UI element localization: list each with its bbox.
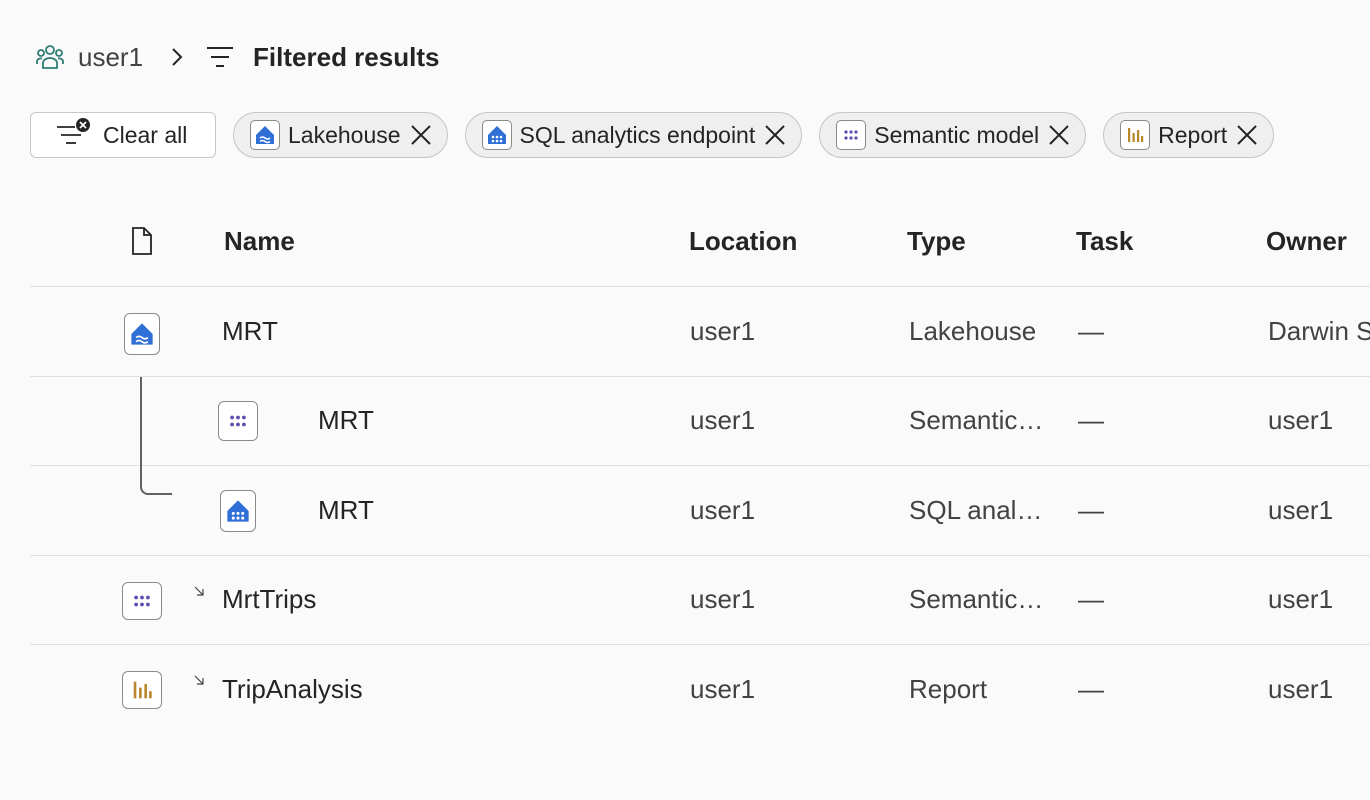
page: user1 Filtered results Clear all Lakehou… [0, 0, 1370, 800]
close-icon[interactable] [1235, 123, 1259, 147]
filter-icon [203, 40, 237, 74]
row-name-link[interactable]: MRT [318, 377, 374, 466]
row-owner: user1 [1268, 584, 1334, 615]
filter-chip-label: Lakehouse [288, 121, 401, 148]
row-owner: user1 [1268, 494, 1334, 525]
row-owner: Darwin S [1268, 315, 1370, 346]
row-type: Semantic… [909, 405, 1044, 436]
column-header-type[interactable]: Type [907, 226, 966, 257]
row-name-link[interactable]: TripAnalysis [222, 645, 363, 734]
clear-filter-icon [55, 117, 91, 153]
breadcrumb-workspace-link[interactable]: user1 [78, 42, 143, 73]
row-item-icon [122, 581, 162, 624]
breadcrumb: user1 Filtered results [34, 36, 439, 78]
filter-chip-label: SQL analytics endpoint [519, 121, 756, 148]
row-owner: user1 [1268, 673, 1334, 704]
column-header-name[interactable]: Name [224, 226, 295, 257]
filter-chip-report[interactable]: Report [1103, 112, 1275, 158]
table-header: Name Location Type Task Owner [30, 196, 1370, 287]
row-location: user1 [690, 315, 756, 346]
table-row[interactable]: TripAnalysis user1 Report — user1 [30, 645, 1370, 734]
results-table: Name Location Type Task Owner MRT user1 … [30, 196, 1370, 734]
row-task: — [1078, 584, 1104, 615]
close-icon[interactable] [1047, 123, 1071, 147]
row-item-icon [122, 671, 162, 713]
column-header-location[interactable]: Location [689, 226, 797, 257]
table-row[interactable]: MRT user1 Lakehouse — Darwin S [30, 287, 1370, 377]
row-owner: user1 [1268, 405, 1334, 436]
lakehouse-icon [250, 120, 280, 150]
column-header-task[interactable]: Task [1076, 226, 1133, 257]
filter-chip-sql-analytics-endpoint[interactable]: SQL analytics endpoint [464, 112, 803, 158]
row-item-icon [220, 490, 256, 532]
row-task: — [1078, 405, 1104, 436]
close-icon[interactable] [409, 123, 433, 147]
row-name-link[interactable]: MRT [318, 466, 374, 555]
shortcut-arrow-icon [193, 584, 205, 596]
table-row[interactable]: MRT user1 SQL anal… — user1 [30, 466, 1370, 556]
table-row[interactable]: MRT user1 Semantic… — user1 [30, 376, 1370, 495]
row-location: user1 [690, 584, 756, 615]
clear-all-button[interactable]: Clear all [30, 112, 216, 158]
filter-chip-semantic-model[interactable]: Semantic model [819, 112, 1087, 158]
filter-chip-label: Report [1158, 121, 1228, 148]
clear-all-label: Clear all [103, 121, 188, 148]
row-task: — [1078, 315, 1104, 346]
report-icon [1120, 120, 1151, 150]
page-title: Filtered results [253, 41, 440, 72]
row-type: SQL anal… [909, 494, 1043, 525]
lakehouse-icon [124, 313, 160, 355]
sql-endpoint-icon [220, 490, 256, 532]
row-location: user1 [690, 494, 756, 525]
row-type: Report [909, 673, 988, 704]
row-name-link[interactable]: MRT [222, 287, 278, 376]
filter-chip-label: Semantic model [874, 121, 1040, 148]
row-item-icon [218, 400, 258, 443]
row-name-link[interactable]: MrtTrips [222, 556, 316, 645]
semantic-model-icon [218, 400, 258, 441]
table-row[interactable]: MrtTrips user1 Semantic… — user1 [30, 556, 1370, 645]
document-icon [130, 226, 154, 256]
workspace-icon [34, 41, 66, 73]
sql-endpoint-icon [481, 120, 512, 150]
shortcut-arrow-icon [193, 673, 205, 685]
row-type: Semantic… [909, 584, 1044, 615]
row-task: — [1078, 494, 1104, 525]
row-item-icon [124, 313, 160, 355]
row-location: user1 [690, 405, 756, 436]
semantic-model-icon [122, 581, 162, 620]
report-icon [122, 671, 162, 709]
filter-chip-lakehouse[interactable]: Lakehouse [233, 112, 448, 158]
row-type: Lakehouse [909, 315, 1037, 346]
column-header-owner[interactable]: Owner [1266, 226, 1347, 257]
row-task: — [1078, 673, 1104, 704]
row-location: user1 [690, 673, 756, 704]
semantic-model-icon [836, 120, 867, 150]
filter-chips: Clear all Lakehouse SQL analytics endpoi… [30, 111, 1275, 159]
close-icon[interactable] [763, 123, 787, 147]
chevron-right-icon [165, 45, 189, 69]
